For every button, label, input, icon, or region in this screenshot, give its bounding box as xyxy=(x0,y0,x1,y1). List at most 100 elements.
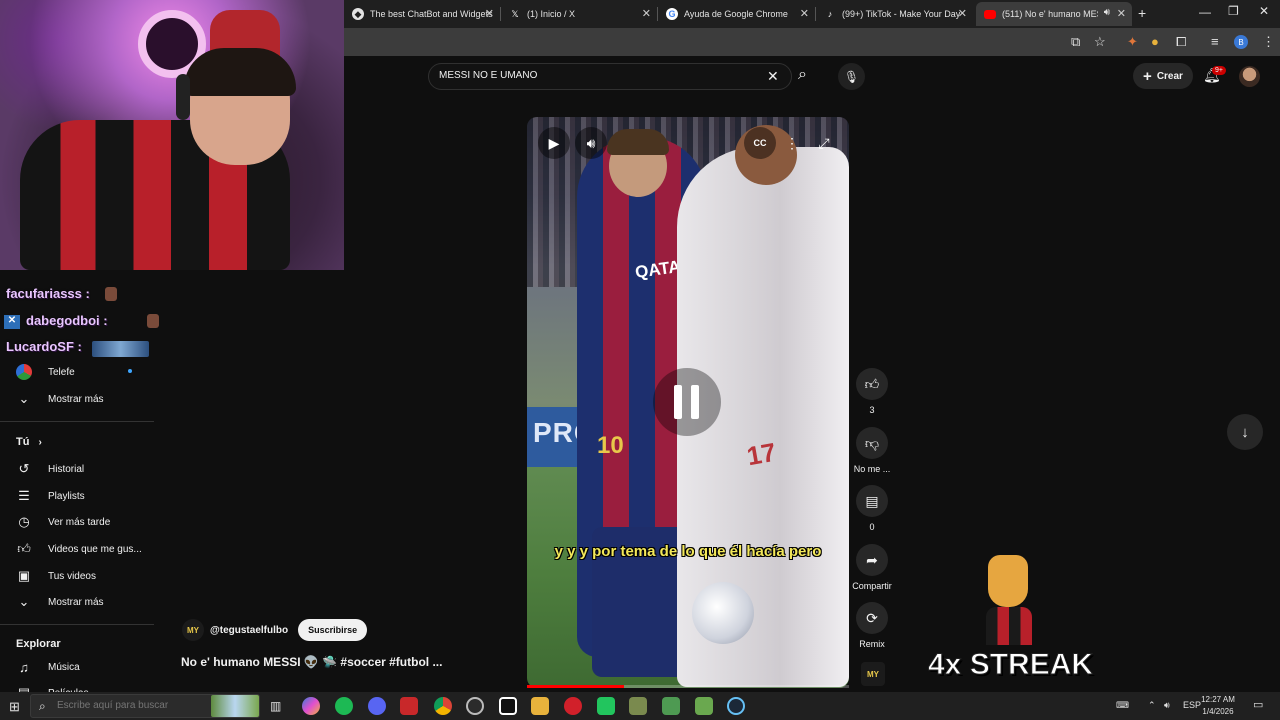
video-progress-bar[interactable] xyxy=(527,685,849,688)
tab-x[interactable]: 𝕏 (1) Inicio / X ✕ xyxy=(501,2,657,26)
sidebar-item-liked-videos[interactable]: 👍︎ Videos que me gus... xyxy=(0,536,142,562)
search-box[interactable]: ✕ xyxy=(428,63,792,90)
create-button[interactable]: + Crear xyxy=(1133,63,1193,89)
dislike-button[interactable]: 👎︎ No me ... xyxy=(842,427,902,474)
taskbar-search-box[interactable]: ⌕ xyxy=(30,694,260,718)
share-button[interactable]: ➦ Compartir xyxy=(842,544,902,591)
volume-icon[interactable]: 🔊︎ xyxy=(575,127,607,159)
chat-emote-icon xyxy=(147,314,159,328)
sidebar-heading-you[interactable]: Tú › xyxy=(16,436,42,448)
profile-avatar[interactable]: B xyxy=(1234,35,1248,49)
app-red-icon[interactable] xyxy=(400,697,418,715)
captions-icon[interactable]: CC xyxy=(744,127,776,159)
kick-icon[interactable] xyxy=(597,697,615,715)
next-video-arrow-icon[interactable]: ↓ xyxy=(1227,414,1263,450)
sound-thumbnail[interactable]: MY xyxy=(861,662,885,686)
menu-kebab-icon[interactable]: ⋮ xyxy=(1262,34,1275,50)
channel-handle[interactable]: @tegustaelfulbo xyxy=(210,625,288,636)
bookmark-star-icon[interactable]: ☆ xyxy=(1094,34,1106,50)
steam-icon[interactable] xyxy=(727,697,745,715)
like-button[interactable]: 👍︎ 3 xyxy=(842,368,902,415)
account-avatar[interactable] xyxy=(1239,66,1260,87)
keyboard-icon[interactable]: ⌨ xyxy=(1116,700,1129,711)
history-icon: ↺ xyxy=(18,461,30,476)
remix-button[interactable]: ⟳ Remix xyxy=(842,602,902,649)
copilot-icon[interactable] xyxy=(302,697,320,715)
close-icon[interactable]: ✕ xyxy=(485,7,494,20)
sidebar-item-playlists[interactable]: ☰ Playlists xyxy=(0,483,85,509)
google-icon: G xyxy=(666,8,678,20)
reading-list-icon[interactable]: ≡ xyxy=(1211,34,1219,49)
sidebar-item-watch-later[interactable]: ◷ Ver más tarde xyxy=(0,509,110,535)
clear-search-icon[interactable]: ✕ xyxy=(767,68,779,85)
task-view-icon[interactable]: ▥ xyxy=(270,699,281,713)
speaker-icon[interactable]: 🔊︎ xyxy=(1104,7,1110,18)
chat-message: dabegodboi : xyxy=(26,313,108,328)
sidebar-show-more-subs[interactable]: ⌄ Mostrar más xyxy=(0,386,104,412)
streak-counter: 4x STREAK xyxy=(927,648,1094,682)
voice-search-icon[interactable]: 🎙︎ xyxy=(838,63,865,90)
window-close-icon[interactable]: ✕ xyxy=(1259,4,1269,18)
music-icon: ♫ xyxy=(19,659,29,675)
tab-youtube[interactable]: (511) No e' humano MESSI 🔊︎ ✕ xyxy=(976,2,1132,26)
sidebar-item-label: Telefe xyxy=(48,366,75,378)
sidebar-item-your-videos[interactable]: ▣ Tus videos xyxy=(0,563,96,589)
opera-icon[interactable] xyxy=(564,697,582,715)
close-icon[interactable]: ✕ xyxy=(1117,7,1126,20)
video-player-hair xyxy=(607,129,669,155)
extensions-puzzle-icon[interactable]: ⧠ xyxy=(1176,34,1186,50)
sidebar-item-telefe[interactable]: Telefe xyxy=(0,359,132,385)
comments-button[interactable]: ▤ 0 xyxy=(842,485,902,532)
discord-icon[interactable] xyxy=(368,697,386,715)
sidebar-item-music[interactable]: ♫ Música xyxy=(0,654,80,680)
play-icon[interactable]: ▶ xyxy=(538,127,570,159)
search-input[interactable] xyxy=(439,70,759,81)
cast-icon[interactable]: ⧉ xyxy=(1071,34,1080,50)
new-tab-button[interactable]: + xyxy=(1138,5,1146,21)
sidebar-item-history[interactable]: ↺ Historial xyxy=(0,456,85,482)
extension-fox-icon[interactable]: ✦ xyxy=(1127,34,1138,50)
sidebar-item-label: Música xyxy=(48,661,80,673)
sidebar-show-more-you[interactable]: ⌄ Mostrar más xyxy=(0,589,104,615)
close-icon[interactable]: ✕ xyxy=(642,7,651,20)
windows-start-icon[interactable]: ⊞ xyxy=(9,699,20,715)
spotify-icon[interactable] xyxy=(335,697,353,715)
heading-label: Tú xyxy=(16,436,30,448)
channel-avatar[interactable]: MY xyxy=(182,619,204,641)
chrome-icon[interactable] xyxy=(434,697,452,715)
sidebar-item-label: Mostrar más xyxy=(48,393,104,405)
search-icon[interactable]: ⌕ xyxy=(798,66,807,84)
restore-icon[interactable]: ❐ xyxy=(1228,4,1239,18)
game-controller-icon[interactable] xyxy=(629,697,647,715)
video-progress-fill xyxy=(527,685,624,688)
speaker-icon[interactable]: 🔊︎ xyxy=(1164,700,1170,711)
video-title[interactable]: No e' humano MESSI 👽 🛸 #soccer #futbol .… xyxy=(181,655,442,669)
subscribe-button[interactable]: Suscribirse xyxy=(298,619,368,641)
tray-overflow-icon[interactable]: ⌃ xyxy=(1148,700,1156,711)
file-explorer-icon[interactable] xyxy=(531,697,549,715)
capcut-icon[interactable] xyxy=(499,697,517,715)
minecraft-launcher-icon[interactable] xyxy=(695,697,713,715)
close-icon[interactable]: ✕ xyxy=(800,7,809,20)
obs-icon[interactable] xyxy=(466,697,484,715)
notification-center-icon[interactable]: ▭ xyxy=(1253,698,1263,711)
chevron-right-icon: › xyxy=(38,437,42,448)
taskbar-search-input[interactable] xyxy=(57,700,207,711)
minimize-icon[interactable]: — xyxy=(1199,5,1211,19)
pause-icon[interactable] xyxy=(653,368,721,436)
taskbar-clock[interactable]: 12:27 AM 1/4/2026 xyxy=(1198,694,1238,718)
like-count: 3 xyxy=(869,405,875,415)
streak-character xyxy=(980,555,1035,645)
minecraft-icon[interactable] xyxy=(662,697,680,715)
channel-row: MY @tegustaelfulbo Suscribirse xyxy=(182,618,368,642)
fullscreen-icon[interactable]: ⤢ xyxy=(808,127,840,159)
tab-tiktok[interactable]: ♪ (99+) TikTok - Make Your Day ✕ xyxy=(816,2,973,26)
tab-chrome-help[interactable]: G Ayuda de Google Chrome ✕ xyxy=(658,2,815,26)
notifications-badge: 9+ xyxy=(1212,66,1226,75)
extension-color-icon[interactable]: ● xyxy=(1151,34,1159,49)
close-icon[interactable]: ✕ xyxy=(958,7,967,20)
clock-icon: ◷ xyxy=(18,514,30,529)
video-icon: ▣ xyxy=(17,568,31,583)
tab-chatbot[interactable]: ◆ The best ChatBot and Widgets ✕ xyxy=(344,2,500,26)
more-options-icon[interactable]: ⋮ xyxy=(776,127,808,159)
